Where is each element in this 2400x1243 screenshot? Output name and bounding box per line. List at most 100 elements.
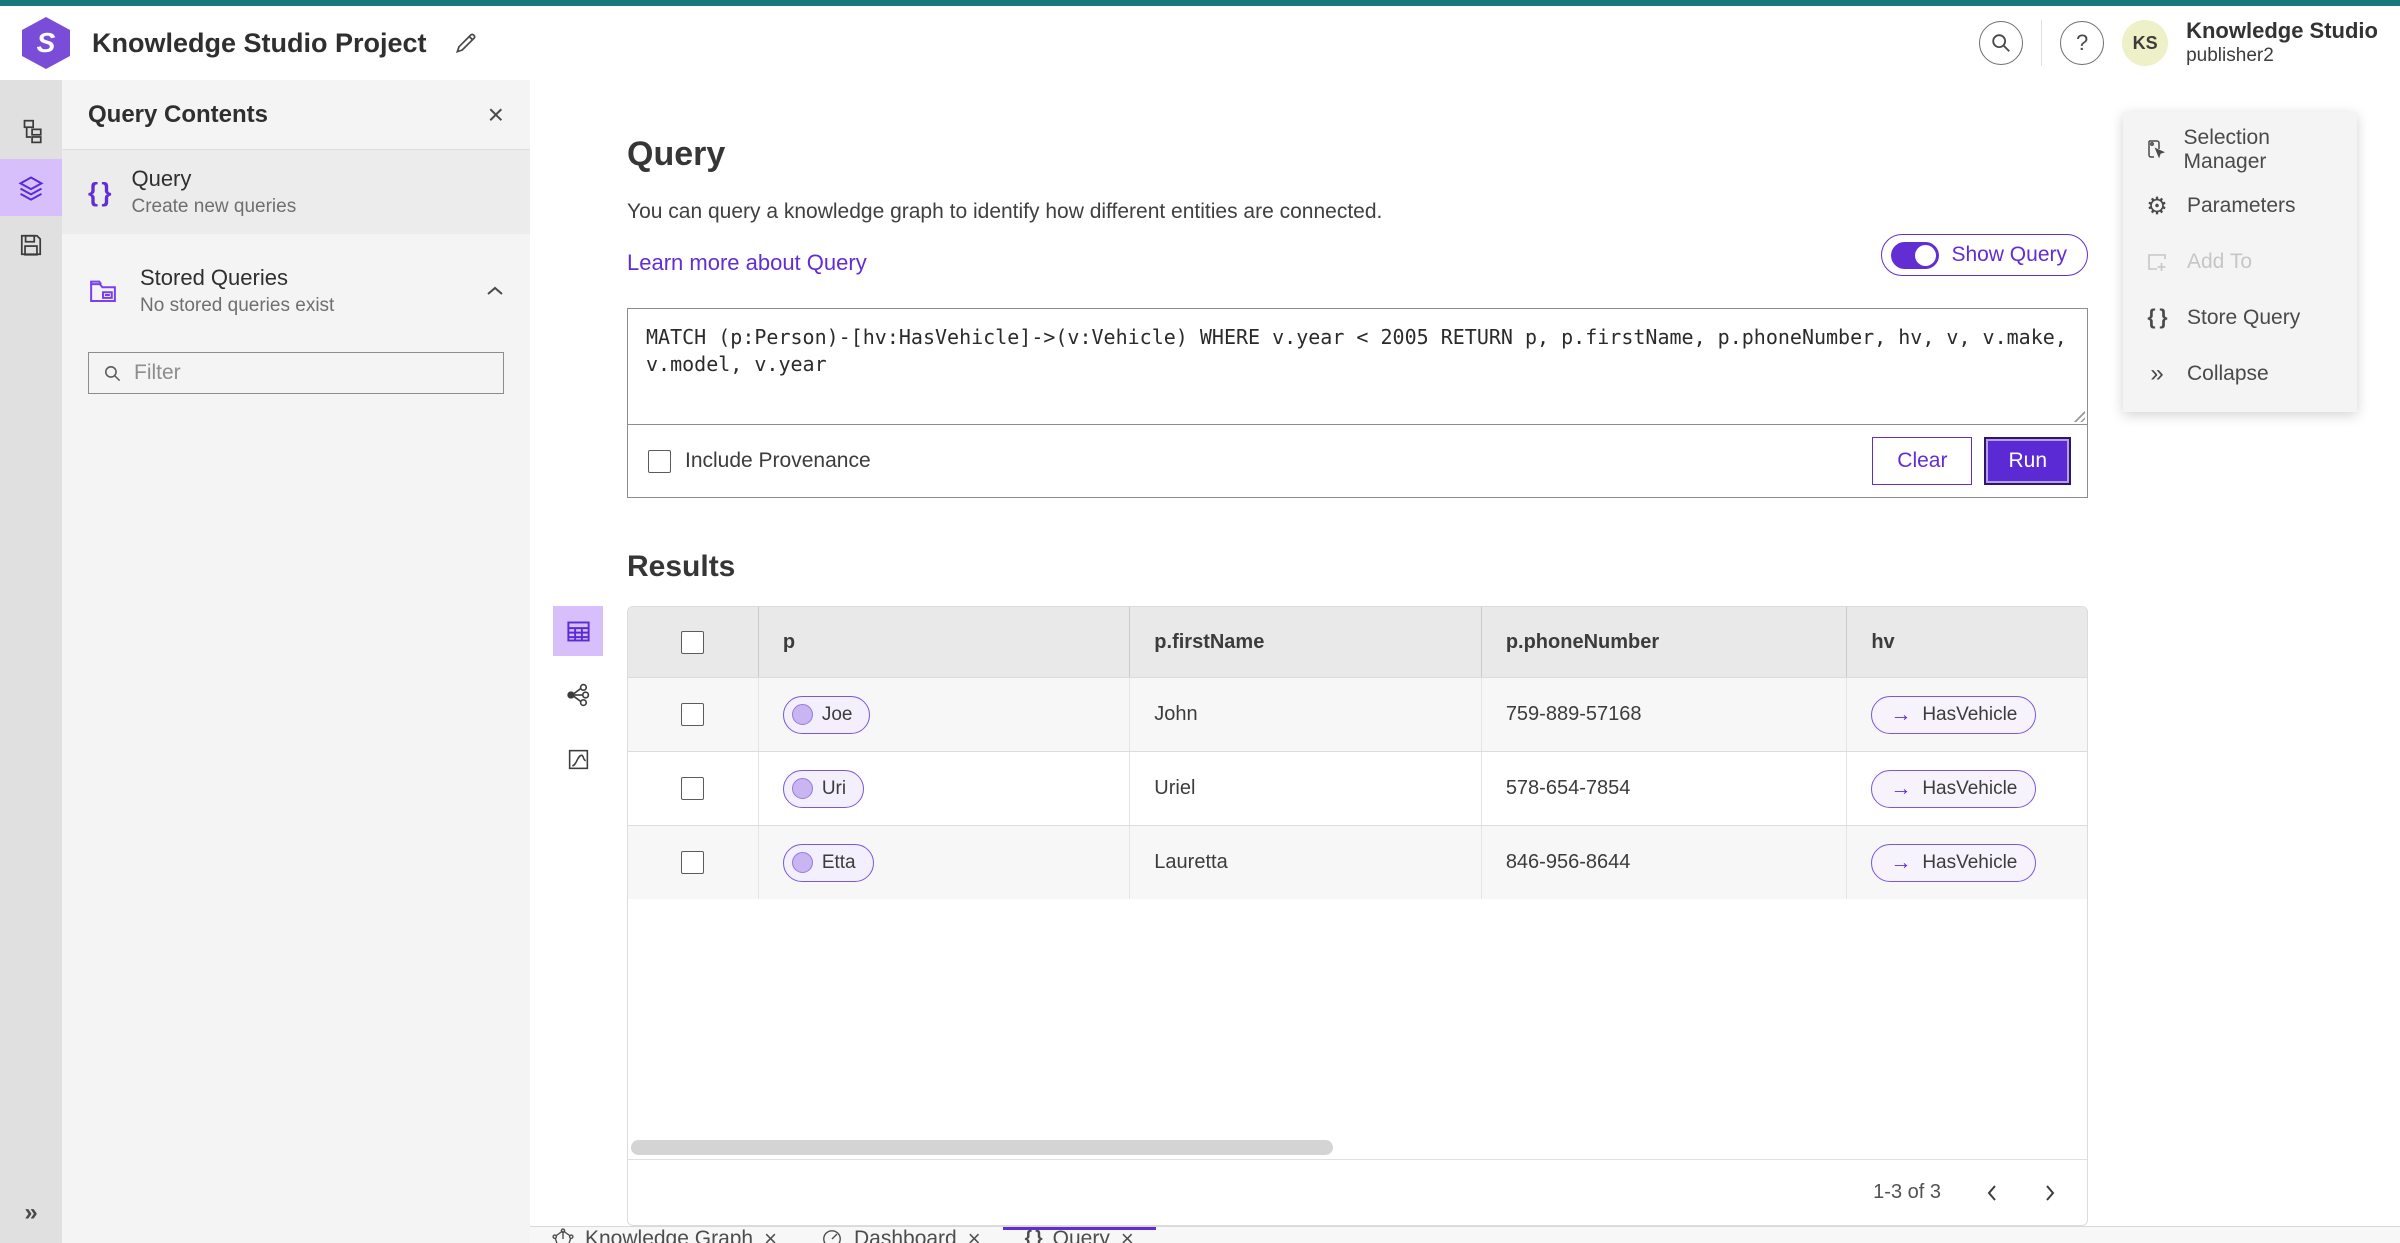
entity-pill[interactable]: Uri (782, 769, 865, 808)
rail-item-hierarchy[interactable] (0, 102, 62, 159)
tab-label: Knowledge Graph (585, 1227, 754, 1243)
clear-button[interactable]: Clear (1872, 437, 1973, 485)
panel-header: Query Contents × (62, 80, 530, 150)
selection-manager-icon (2143, 138, 2168, 162)
menu-item-parameters[interactable]: ⚙ Parameters (2123, 178, 2357, 234)
panel-item-stored-queries[interactable]: Stored Queries No stored queries exist (62, 248, 530, 334)
row-checkbox[interactable] (681, 851, 705, 874)
filter-input[interactable] (134, 361, 489, 385)
results-table: p p.firstName p.phoneNumber hv Joe John … (627, 606, 2088, 1226)
scrollbar-thumb[interactable] (631, 1139, 1333, 1155)
query-actions-menu: Selection Manager ⚙ Parameters Add To { … (2123, 112, 2357, 412)
tab-label: Dashboard (853, 1227, 957, 1243)
menu-item-store-query[interactable]: { } Store Query (2123, 290, 2357, 346)
query-item-title: Query (131, 166, 192, 191)
column-header-hv[interactable]: hv (1847, 607, 2087, 677)
tab-dashboard[interactable]: Dashboard × (799, 1227, 1003, 1243)
menu-item-add-to: Add To (2123, 234, 2357, 290)
tab-knowledge-graph[interactable]: Knowledge Graph × (530, 1227, 799, 1243)
help-button[interactable]: ? (2060, 21, 2105, 65)
column-header-firstname[interactable]: p.firstName (1130, 607, 1482, 677)
include-provenance-checkbox[interactable] (648, 449, 671, 473)
entity-pill[interactable]: Joe (782, 695, 871, 734)
column-header-phonenumber[interactable]: p.phoneNumber (1482, 607, 1848, 677)
next-page-button[interactable] (2043, 1183, 2057, 1203)
panel-item-query[interactable]: { } Query Create new queries (62, 150, 530, 234)
tab-label: Query (1052, 1227, 1110, 1243)
row-checkbox[interactable] (681, 703, 705, 726)
braces-icon: { } (2147, 306, 2167, 329)
close-tab-button[interactable]: × (1121, 1228, 1134, 1243)
query-editor-card: MATCH (p:Person)-[hv:HasVehicle]->(v:Veh… (627, 308, 2088, 498)
rail-item-layers[interactable] (0, 159, 62, 216)
table-row: Joe John 759-889-57168 → HasVehicle (628, 677, 2087, 751)
collapse-section-button[interactable] (486, 285, 504, 297)
tab-query[interactable]: { } Query × (1003, 1227, 1156, 1243)
entity-pill[interactable]: Etta (782, 843, 874, 882)
resize-handle[interactable] (2071, 408, 2085, 422)
top-bar: S Knowledge Studio Project ? KS Knowledg… (0, 0, 2400, 80)
table-icon (565, 618, 592, 645)
chart-view-button[interactable] (553, 734, 603, 784)
cell-phonenumber: 846-956-8644 (1482, 826, 1848, 899)
arrow-right-icon: → (1890, 702, 1912, 726)
chevron-left-icon (1985, 1183, 1999, 1203)
previous-page-button[interactable] (1985, 1183, 1999, 1203)
relationship-pill[interactable]: → HasVehicle (1871, 769, 2037, 808)
row-checkbox[interactable] (681, 777, 705, 800)
relationship-label: HasVehicle (1922, 703, 2018, 725)
learn-more-link[interactable]: Learn more about Query (627, 250, 867, 276)
select-all-checkbox[interactable] (681, 630, 705, 654)
layers-icon (17, 174, 45, 202)
chevron-up-icon (486, 285, 504, 297)
table-row: Etta Lauretta 846-956-8644 → HasVehicle (628, 825, 2087, 899)
menu-item-selection-manager[interactable]: Selection Manager (2123, 122, 2357, 178)
table-header-row: p p.firstName p.phoneNumber hv (628, 607, 2087, 677)
edit-title-button[interactable] (453, 30, 479, 56)
braces-icon: { } (1024, 1228, 1043, 1243)
page-description: You can query a knowledge graph to ident… (627, 200, 1383, 223)
table-view-button[interactable] (553, 606, 603, 656)
gear-icon: ⚙ (2146, 192, 2168, 220)
rail-item-save[interactable] (0, 216, 62, 273)
chevrons-right-icon: » (2150, 360, 2164, 387)
menu-item-label: Parameters (2187, 194, 2296, 217)
column-header-p[interactable]: p (759, 607, 1131, 677)
query-input[interactable]: MATCH (p:Person)-[hv:HasVehicle]->(v:Veh… (646, 324, 2069, 404)
chart-icon (566, 747, 591, 772)
close-tab-button[interactable]: × (968, 1228, 981, 1243)
filter-box (88, 352, 504, 394)
add-to-icon (2143, 250, 2171, 274)
search-button[interactable] (1979, 21, 2024, 65)
app-window: S Knowledge Studio Project ? KS Knowledg… (0, 0, 2400, 1243)
entity-node-icon (791, 852, 813, 873)
show-query-toggle[interactable]: Show Query (1881, 234, 2088, 276)
menu-item-label: Store Query (2187, 306, 2301, 329)
expand-rail-button[interactable]: » (24, 1199, 37, 1227)
knowledge-graph-icon (552, 1228, 574, 1243)
avatar[interactable]: KS (2122, 20, 2169, 66)
menu-item-collapse[interactable]: » Collapse (2123, 346, 2357, 402)
close-tab-button[interactable]: × (764, 1228, 777, 1243)
cell-firstname: Uriel (1130, 752, 1482, 825)
horizontal-scrollbar (628, 1135, 2087, 1159)
save-icon (18, 232, 44, 258)
topbar-divider (2041, 20, 2043, 66)
view-mode-switcher (553, 606, 627, 1226)
relationship-pill[interactable]: → HasVehicle (1871, 695, 2037, 734)
run-button[interactable]: Run (1984, 437, 2071, 485)
panel-close-button[interactable]: × (488, 100, 504, 129)
arrow-right-icon: → (1890, 850, 1912, 874)
search-icon (1990, 32, 2012, 54)
cell-phonenumber: 578-654-7854 (1482, 752, 1848, 825)
stored-queries-subtitle: No stored queries exist (140, 295, 335, 316)
show-query-label: Show Query (1951, 243, 2067, 266)
query-item-subtitle: Create new queries (131, 196, 297, 217)
menu-item-label: Add To (2187, 250, 2252, 273)
graph-icon (565, 682, 591, 708)
query-page: Query You can query a knowledge graph to… (530, 80, 2400, 1226)
relationship-pill[interactable]: → HasVehicle (1871, 843, 2037, 882)
dashboard-icon (821, 1228, 843, 1243)
graph-view-button[interactable] (553, 670, 603, 720)
pencil-icon (453, 30, 479, 56)
